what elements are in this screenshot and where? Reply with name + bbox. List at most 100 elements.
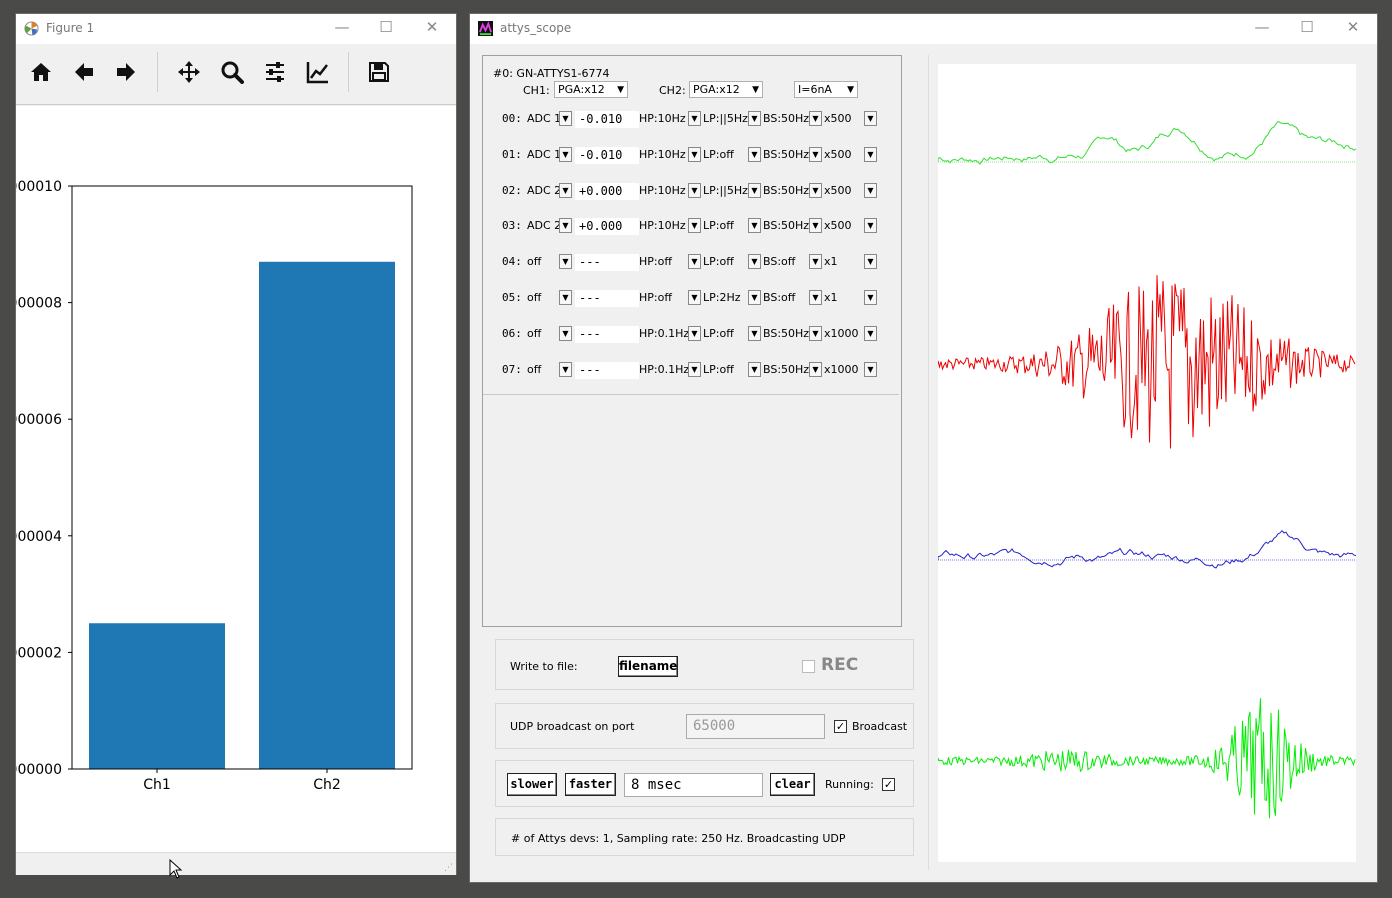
maximize-icon[interactable]: ☐ bbox=[376, 18, 396, 36]
trace-2 bbox=[937, 275, 1356, 449]
maximize-icon[interactable]: ☐ bbox=[1297, 18, 1317, 36]
resize-grip-icon[interactable]: ⋰ bbox=[444, 863, 453, 873]
scope-title: attys_scope bbox=[500, 21, 572, 35]
interval-input[interactable]: 8 msec bbox=[624, 773, 763, 797]
figure-canvas[interactable]: Ch1 Ch2 000000 000002 000004 000006 000008 0000… bbox=[9, 106, 456, 852]
configure-icon[interactable] bbox=[259, 56, 291, 88]
ch2-pga-select[interactable]: PGA:x12 ▼ bbox=[689, 81, 763, 98]
bandstop-dropdown-icon[interactable]: ▼ bbox=[809, 146, 822, 162]
gain-dropdown-icon[interactable]: ▼ bbox=[864, 254, 877, 270]
bandstop-dropdown-icon[interactable]: ▼ bbox=[809, 325, 822, 341]
highpass-dropdown-icon[interactable]: ▼ bbox=[688, 111, 701, 126]
save-icon[interactable] bbox=[363, 56, 395, 88]
channel-source: off bbox=[527, 362, 542, 376]
speed-group: slower faster 8 msec clear Running: ✓ bbox=[495, 760, 914, 807]
gain-setting: x1 bbox=[824, 255, 838, 269]
channel-index: 03: bbox=[502, 219, 522, 233]
bandstop-dropdown-icon[interactable]: ▼ bbox=[809, 361, 822, 377]
bandstop-setting: BS:50Hz bbox=[763, 219, 810, 233]
x-tick-label: Ch2 bbox=[313, 777, 341, 793]
figure-window: Figure 1 — ☐ ✕ Ch1 Ch2 00000 00002 00004… bbox=[9, 14, 456, 875]
gain-dropdown-icon[interactable]: ▼ bbox=[864, 111, 877, 126]
rec-checkbox[interactable] bbox=[802, 660, 815, 673]
faster-button[interactable]: faster bbox=[565, 773, 616, 796]
minimize-icon[interactable]: — bbox=[332, 18, 352, 36]
minimize-icon[interactable]: — bbox=[1252, 18, 1272, 36]
highpass-dropdown-icon[interactable]: ▼ bbox=[688, 254, 701, 270]
channel-index: 06: bbox=[502, 326, 522, 340]
bar-ch2 bbox=[259, 261, 395, 769]
bandstop-dropdown-icon[interactable]: ▼ bbox=[809, 111, 822, 126]
source-dropdown-icon[interactable]: ▼ bbox=[559, 182, 572, 198]
running-checkbox[interactable]: ✓ bbox=[882, 778, 895, 791]
lowpass-setting: LP:off bbox=[703, 219, 734, 233]
lowpass-dropdown-icon[interactable]: ▼ bbox=[748, 361, 761, 377]
bandstop-setting: BS:50Hz bbox=[763, 112, 810, 125]
channel-index: 05: bbox=[502, 291, 522, 304]
lowpass-dropdown-icon[interactable]: ▼ bbox=[748, 111, 761, 126]
close-icon[interactable]: ✕ bbox=[422, 18, 442, 36]
broadcast-checkbox[interactable]: ✓ bbox=[834, 720, 847, 733]
ch2-label: CH2: bbox=[659, 84, 686, 97]
highpass-dropdown-icon[interactable]: ▼ bbox=[688, 218, 701, 234]
forward-icon[interactable] bbox=[110, 56, 142, 88]
filename-button[interactable]: filename bbox=[618, 656, 678, 677]
lowpass-dropdown-icon[interactable]: ▼ bbox=[748, 218, 761, 234]
channel-value: --- bbox=[575, 254, 639, 272]
highpass-dropdown-icon[interactable]: ▼ bbox=[688, 361, 701, 377]
bandstop-dropdown-icon[interactable]: ▼ bbox=[809, 218, 822, 234]
slower-button[interactable]: slower bbox=[507, 773, 557, 796]
lowpass-setting: LP:off bbox=[703, 147, 734, 161]
gain-dropdown-icon[interactable]: ▼ bbox=[864, 218, 877, 234]
ch1-pga-select[interactable]: PGA:x12 ▼ bbox=[554, 81, 628, 98]
highpass-dropdown-icon[interactable]: ▼ bbox=[688, 182, 701, 198]
bar-chart: Ch1 Ch2 000000 000002 000004 000006 000008 0000… bbox=[9, 179, 413, 793]
figure-titlebar: Figure 1 — ☐ ✕ bbox=[16, 14, 456, 44]
gain-setting: x500 bbox=[824, 183, 852, 197]
gain-dropdown-icon[interactable]: ▼ bbox=[864, 146, 877, 162]
clear-button[interactable]: clear bbox=[770, 773, 815, 796]
udp-port-input[interactable]: 65000 bbox=[686, 714, 825, 739]
lowpass-dropdown-icon[interactable]: ▼ bbox=[748, 182, 761, 198]
pan-icon[interactable] bbox=[173, 56, 205, 88]
lowpass-setting: LP:off bbox=[703, 362, 734, 376]
source-dropdown-icon[interactable]: ▼ bbox=[559, 254, 572, 270]
channel-source: ADC 2 bbox=[527, 183, 562, 197]
highpass-dropdown-icon[interactable]: ▼ bbox=[688, 325, 701, 341]
highpass-setting: HP:0.1Hz bbox=[639, 362, 690, 376]
toolbar-separator bbox=[157, 52, 158, 92]
source-dropdown-icon[interactable]: ▼ bbox=[559, 290, 572, 305]
lowpass-dropdown-icon[interactable]: ▼ bbox=[748, 325, 761, 341]
status-group: # of Attys devs: 1, Sampling rate: 250 H… bbox=[495, 818, 914, 856]
scope-plot bbox=[937, 64, 1357, 862]
channel-value: +0.000 bbox=[575, 182, 639, 200]
channel-index: 02: bbox=[502, 183, 522, 197]
back-icon[interactable] bbox=[68, 56, 100, 88]
lowpass-dropdown-icon[interactable]: ▼ bbox=[748, 254, 761, 270]
gain-dropdown-icon[interactable]: ▼ bbox=[864, 182, 877, 198]
bandstop-dropdown-icon[interactable]: ▼ bbox=[809, 254, 822, 270]
gain-dropdown-icon[interactable]: ▼ bbox=[864, 290, 877, 305]
gain-dropdown-icon[interactable]: ▼ bbox=[864, 361, 877, 377]
zoom-icon[interactable] bbox=[216, 56, 248, 88]
lowpass-dropdown-icon[interactable]: ▼ bbox=[748, 290, 761, 305]
channel-value: --- bbox=[575, 361, 639, 379]
highpass-setting: HP:off bbox=[639, 291, 672, 304]
edit-axis-icon[interactable] bbox=[302, 56, 334, 88]
bandstop-dropdown-icon[interactable]: ▼ bbox=[809, 290, 822, 305]
bandstop-dropdown-icon[interactable]: ▼ bbox=[809, 182, 822, 198]
source-dropdown-icon[interactable]: ▼ bbox=[559, 361, 572, 377]
source-dropdown-icon[interactable]: ▼ bbox=[559, 111, 572, 126]
source-dropdown-icon[interactable]: ▼ bbox=[559, 325, 572, 341]
highpass-dropdown-icon[interactable]: ▼ bbox=[688, 146, 701, 162]
udp-label: UDP broadcast on port bbox=[510, 720, 635, 733]
close-icon[interactable]: ✕ bbox=[1343, 18, 1363, 36]
home-icon[interactable] bbox=[25, 56, 57, 88]
gain-dropdown-icon[interactable]: ▼ bbox=[864, 325, 877, 341]
lowpass-dropdown-icon[interactable]: ▼ bbox=[748, 146, 761, 162]
source-dropdown-icon[interactable]: ▼ bbox=[559, 146, 572, 162]
current-select[interactable]: I=6nA ▼ bbox=[794, 81, 858, 98]
source-dropdown-icon[interactable]: ▼ bbox=[559, 218, 572, 234]
channel-source: ADC 2 bbox=[527, 219, 562, 233]
highpass-dropdown-icon[interactable]: ▼ bbox=[688, 290, 701, 305]
